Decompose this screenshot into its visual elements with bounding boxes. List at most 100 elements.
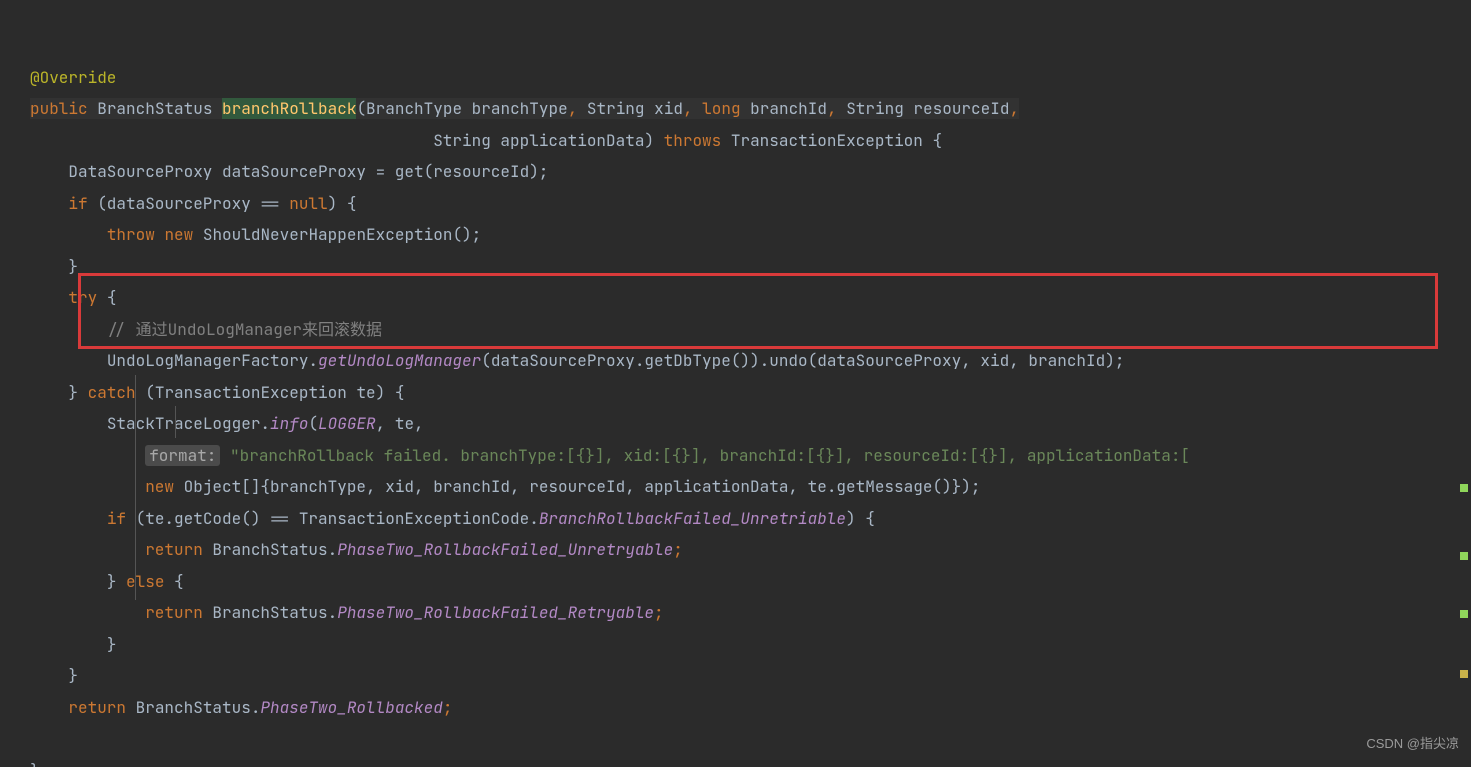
code-line <box>30 728 40 749</box>
expr: BranchStatus. <box>126 697 260 718</box>
code-line: if (dataSourceProxy == null) { <box>30 193 356 214</box>
static-method: getUndoLogManager <box>318 350 481 371</box>
constant: LOGGER <box>318 413 376 434</box>
punct: ) { <box>846 508 875 529</box>
code-line: return BranchStatus.PhaseTwo_RollbackFai… <box>30 602 664 623</box>
keyword-throws: throws <box>664 130 722 151</box>
punct: , <box>1009 98 1019 119</box>
punct: ( <box>356 98 366 119</box>
catch-args: (TransactionException te) { <box>136 382 405 403</box>
watermark: CSDN @指尖凉 <box>1366 728 1459 760</box>
code-line: return BranchStatus.PhaseTwo_RollbackFai… <box>30 539 683 560</box>
param: branchType <box>472 98 568 119</box>
param: resourceId <box>913 98 1009 119</box>
punct: , <box>568 98 578 119</box>
code-line: format: "branchRollback failed. branchTy… <box>30 445 1190 466</box>
brace: } <box>68 256 78 277</box>
punct: ) <box>644 130 654 151</box>
brace: } <box>107 571 117 592</box>
call-args: (dataSourceProxy.getDbType()).undo(dataS… <box>481 350 1124 371</box>
keyword-catch: catch <box>88 382 136 403</box>
code-line: String applicationData) throws Transacti… <box>30 130 942 151</box>
code-line: } <box>30 665 78 686</box>
keyword-if: if <box>68 193 87 214</box>
code-line: // 通过UndoLogManager来回滚数据 <box>30 319 382 340</box>
keyword-throw: throw <box>107 224 155 245</box>
annotation: @Override <box>30 67 116 88</box>
indent-guide <box>175 406 176 438</box>
keyword-try: try <box>68 287 97 308</box>
enum-constant: PhaseTwo_Rollbacked <box>260 697 442 718</box>
keyword-return: return <box>68 697 126 718</box>
code-line: UndoLogManagerFactory.getUndoLogManager(… <box>30 350 1124 371</box>
punct: ; <box>673 539 683 560</box>
brace: { <box>97 287 116 308</box>
expr: BranchStatus. <box>203 602 337 623</box>
code-line: new Object[]{branchType, xid, branchId, … <box>30 476 980 497</box>
indent-guide <box>135 375 136 600</box>
punct: ) { <box>328 193 357 214</box>
param: applicationData <box>500 130 644 151</box>
brace: } <box>107 634 117 655</box>
code-line: @Override <box>30 67 116 88</box>
enum-constant: PhaseTwo_RollbackFailed_Unretryable <box>337 539 673 560</box>
args: , te, <box>376 413 424 434</box>
keyword-null: null <box>289 193 327 214</box>
class-ref: StackTraceLogger. <box>107 413 270 434</box>
punct: ; <box>443 697 453 718</box>
param-hint: format: <box>145 445 220 466</box>
punct: ; <box>654 602 664 623</box>
type: TransactionException <box>731 130 923 151</box>
code-editor[interactable]: @Override public BranchStatus branchRoll… <box>0 0 1471 767</box>
type: BranchStatus <box>97 98 212 119</box>
code-line: try { <box>30 287 116 308</box>
static-method: info <box>270 413 308 434</box>
code-line: throw new ShouldNeverHappenException(); <box>30 224 481 245</box>
class-ref: UndoLogManagerFactory. <box>107 350 318 371</box>
gutter-mark <box>1460 484 1468 492</box>
keyword-if: if <box>107 508 126 529</box>
param: xid <box>654 98 683 119</box>
condition: (dataSourceProxy == <box>88 193 290 214</box>
brace: } <box>30 760 40 767</box>
code-line: } <box>30 634 116 655</box>
type: String <box>587 98 645 119</box>
type: BranchType <box>366 98 462 119</box>
punct: , <box>827 98 837 119</box>
method-name: branchRollback <box>222 98 356 119</box>
string-literal: "branchRollback failed. branchType:[{}],… <box>230 445 1190 466</box>
code-line-current: public BranchStatus branchRollback(Branc… <box>30 98 1019 119</box>
code-line: if (te.getCode() == TransactionException… <box>30 508 875 529</box>
code-line: DataSourceProxy dataSourceProxy = get(re… <box>30 161 548 182</box>
code-line: StackTraceLogger.info(LOGGER, te, <box>30 413 424 434</box>
keyword-else: else <box>126 571 164 592</box>
brace: { <box>933 130 943 151</box>
keyword-new: new <box>145 476 174 497</box>
code-line: return BranchStatus.PhaseTwo_Rollbacked; <box>30 697 452 718</box>
condition: (te.getCode() == TransactionExceptionCod… <box>126 508 539 529</box>
brace: } <box>68 382 78 403</box>
code-line: } catch (TransactionException te) { <box>30 382 404 403</box>
punct: , <box>683 98 693 119</box>
keyword-return: return <box>145 539 203 560</box>
expr: BranchStatus. <box>203 539 337 560</box>
type: String <box>846 98 904 119</box>
brace: } <box>68 665 78 686</box>
param: branchId <box>750 98 827 119</box>
code-line: } <box>30 760 40 767</box>
brace: { <box>164 571 183 592</box>
comment: // 通过UndoLogManager来回滚数据 <box>107 319 382 340</box>
keyword-return: return <box>145 602 203 623</box>
gutter-mark <box>1460 610 1468 618</box>
statement: DataSourceProxy dataSourceProxy = get(re… <box>68 161 548 182</box>
expr: Object[]{branchType, xid, branchId, reso… <box>174 476 980 497</box>
enum-constant: BranchRollbackFailed_Unretriable <box>539 508 846 529</box>
gutter-mark <box>1460 552 1468 560</box>
code-line: } else { <box>30 571 184 592</box>
type: String <box>433 130 491 151</box>
keyword-new: new <box>164 224 193 245</box>
gutter-mark <box>1460 670 1468 678</box>
keyword-long: long <box>702 98 740 119</box>
code-line: } <box>30 256 78 277</box>
keyword-public: public <box>30 98 88 119</box>
